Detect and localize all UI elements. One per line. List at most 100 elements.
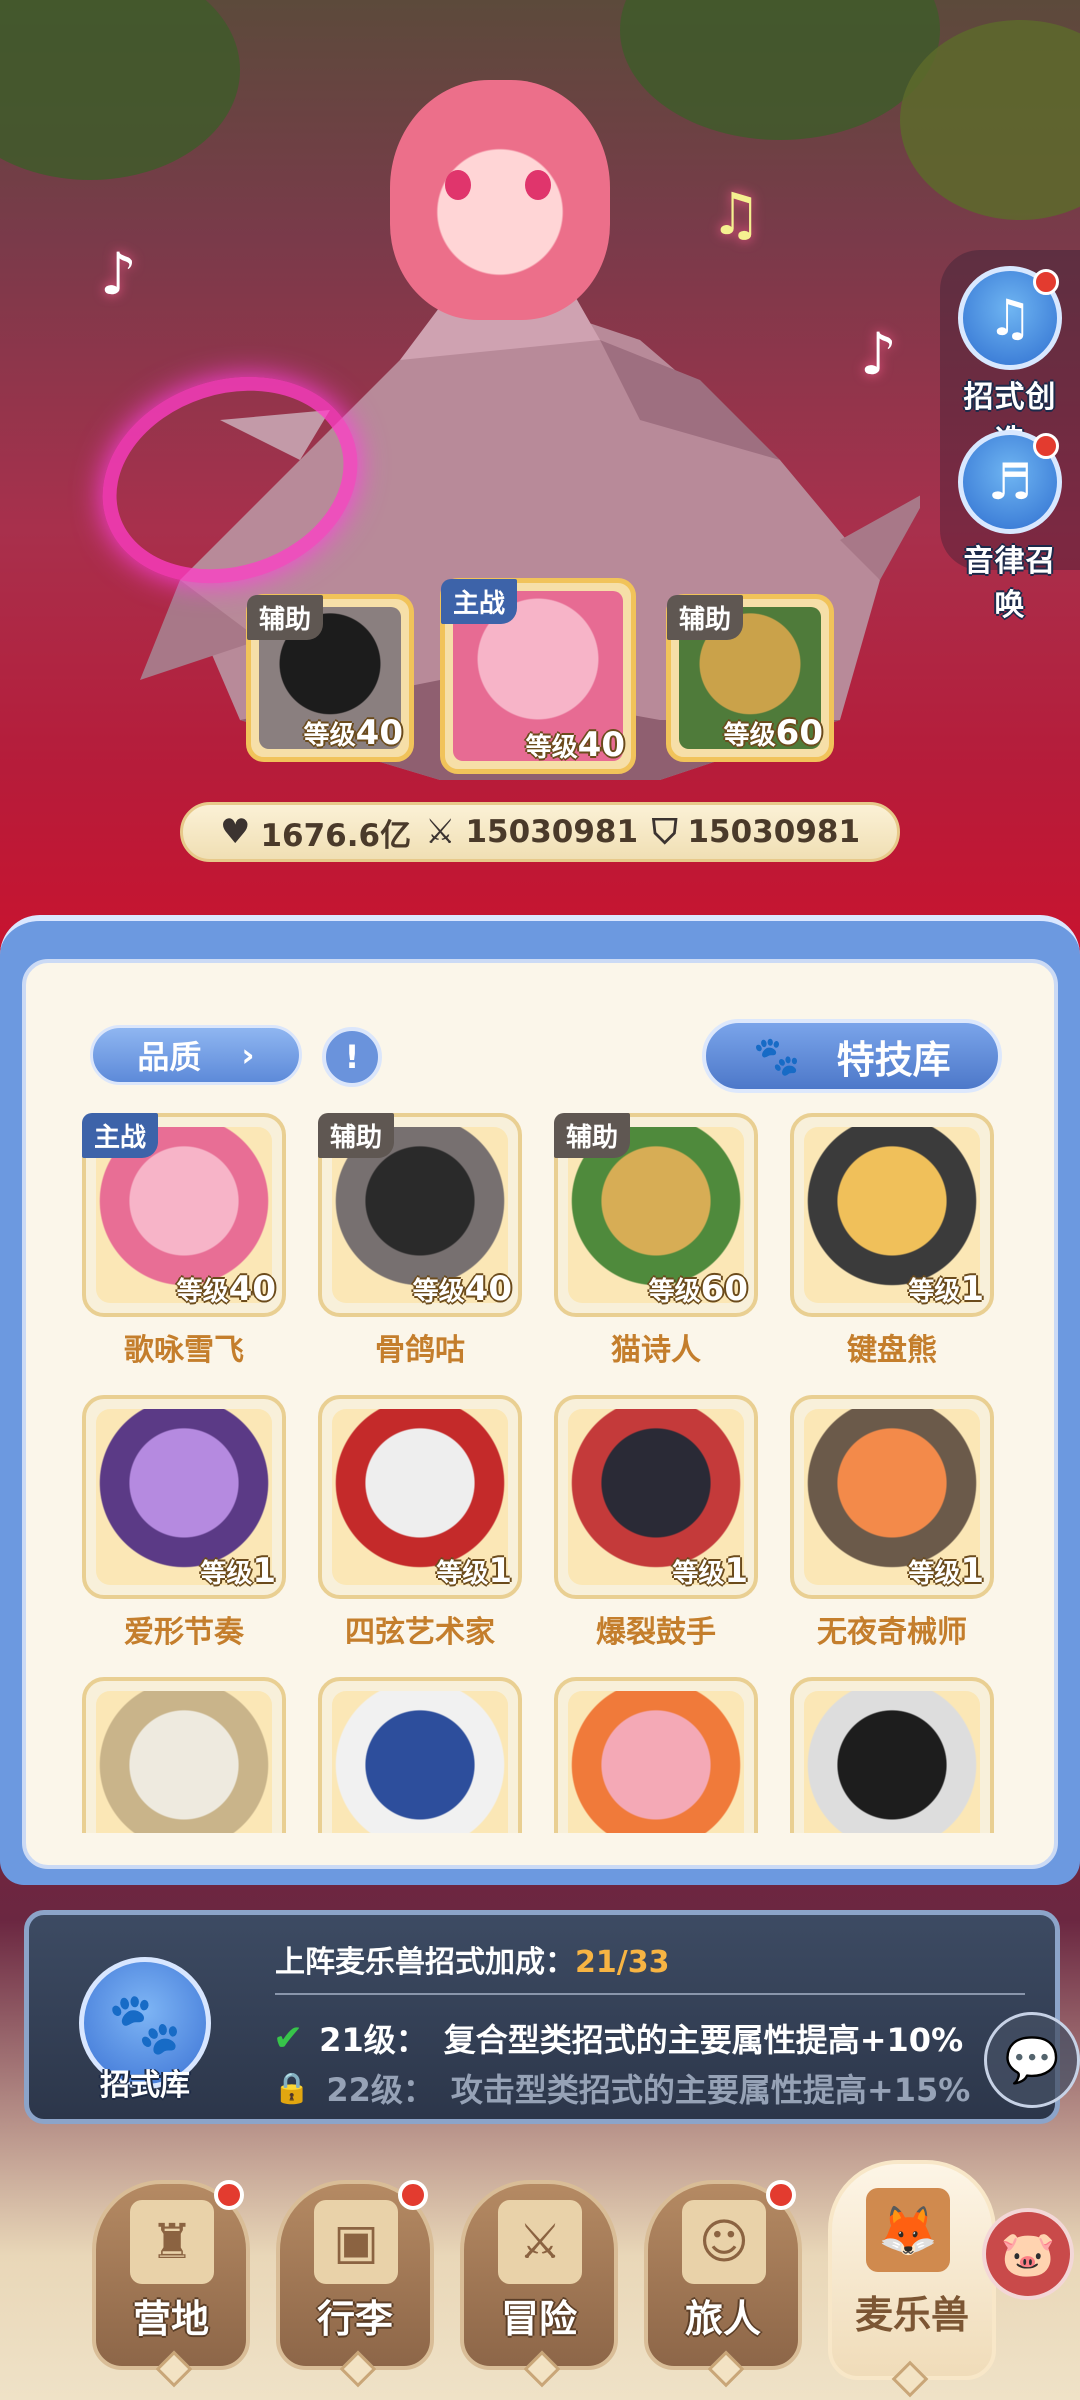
team-slot-support-left[interactable]: 辅助 等级40 [246,594,414,762]
monster-name: 猫诗人 [611,1333,701,1368]
monster-card[interactable]: 等级1 [82,1395,286,1599]
level-prefix: 等级 [176,1277,229,1307]
monster-card[interactable]: 辅助 等级60 [554,1113,758,1317]
backpack-icon: ▣ [314,2200,398,2284]
monster-card[interactable] [82,1677,286,1833]
monster-card[interactable] [554,1677,758,1833]
diamond-ornament [707,2350,745,2388]
nav-label: 营地 [132,2297,209,2341]
monster-card[interactable]: 等级1 [554,1395,758,1599]
notification-dot [1033,269,1059,295]
monster-portrait [96,1691,272,1833]
level-value: 1 [960,1551,984,1591]
quality-sort-button[interactable]: 品质 › [90,1025,302,1085]
monster-card[interactable] [790,1677,994,1833]
monster-card[interactable]: 等级1 [790,1395,994,1599]
skill-library-button[interactable]: 🐾 特技库 [702,1019,1002,1093]
monster-portrait [568,1691,744,1833]
fox-icon: 🦊 [866,2188,950,2272]
level-label: 等级1 [672,1551,748,1591]
skill-library-shortcut-label: 招式库 [100,2068,190,2103]
filter-icon: ! [344,1038,360,1076]
level-label: 等级40 [177,1269,276,1309]
main-hero-character [390,80,610,320]
monster-name: 骨鸽咕 [375,1333,465,1368]
bottom-navigation: ♜ 营地 ▣ 行李 ⚔ 冒险 ☺ 旅人 🦊 麦乐兽 🐷 [0,2150,1080,2400]
team-slot-main[interactable]: 主战 等级40 [440,578,636,774]
diamond-ornament [523,2350,561,2388]
monster-cell[interactable]: 辅助 等级60 猫诗人 [554,1113,758,1369]
level-label: 等级40 [303,713,403,753]
monster-card[interactable]: 等级1 [790,1113,994,1317]
bonus-title-text: 上阵麦乐兽招式加成： [275,1945,575,1980]
bonus-level: 21级： [319,2021,428,2059]
level-prefix: 等级 [648,1277,701,1307]
filter-button[interactable]: ! [322,1027,382,1087]
monster-cell[interactable]: 等级1 四弦艺术家 [318,1395,522,1651]
team-slot-support-right[interactable]: 辅助 等级60 [666,594,834,762]
monster-cell[interactable]: 等级1 爱形节奏 [82,1395,286,1651]
monster-cell[interactable] [82,1677,286,1833]
lyre-summon-icon: ♬ [958,430,1062,534]
melody-summon-button[interactable]: ♬ 音律召唤 [950,430,1070,624]
monster-card[interactable]: 辅助 等级40 [318,1113,522,1317]
level-label: 等级1 [436,1551,512,1591]
mascot-button[interactable]: 🐷 [982,2208,1074,2300]
defense-value: 15030981 [687,814,861,850]
nav-camp[interactable]: ♜ 营地 [92,2180,250,2388]
check-icon: ✔ [273,2017,304,2059]
notification-dot [398,2180,428,2210]
monster-cell[interactable]: 主战 等级40 歌咏雪飞 [82,1113,286,1369]
level-value: 40 [228,1269,276,1309]
level-label: 等级60 [723,713,823,753]
monster-cell[interactable]: 辅助 等级40 骨鸽咕 [318,1113,522,1369]
nav-label: 旅人 [684,2297,761,2341]
traveler-icon: ☺ [682,2200,766,2284]
level-prefix: 等级 [908,1559,961,1589]
role-tag: 主战 [82,1113,159,1158]
nav-adventure[interactable]: ⚔ 冒险 [460,2180,618,2388]
monster-cell[interactable]: 等级1 爆裂鼓手 [554,1395,758,1651]
level-value: 1 [252,1551,276,1591]
monster-collection-panel: 品质 › ! 🐾 特技库 主战 等级40 歌咏雪飞 辅助 等级40 骨鸽咕 辅助 等级60 猫诗… [0,915,1080,1885]
crossed-swords-icon: ⚔ [425,812,456,852]
nav-traveler[interactable]: ☺ 旅人 [644,2180,802,2388]
monster-name: 键盘熊 [847,1333,937,1368]
bonus-row-unlocked: ✔ 21级： 复合型类招式的主要属性提高+10% [273,2015,963,2061]
monster-card[interactable]: 等级1 [318,1395,522,1599]
monster-card[interactable] [318,1677,522,1833]
level-prefix: 等级 [200,1559,253,1589]
monster-cell[interactable]: 等级1 无夜奇械师 [790,1395,994,1651]
notification-dot [766,2180,796,2210]
monster-name: 爆裂鼓手 [596,1615,716,1650]
hp-stat: ♥ 1676.6亿 [220,810,411,855]
lock-icon: 🔒 [273,2070,311,2106]
level-label: 等级60 [649,1269,748,1309]
monster-cell[interactable] [554,1677,758,1833]
monster-cell[interactable]: 等级1 键盘熊 [790,1113,994,1369]
bonus-title: 上阵麦乐兽招式加成：21/33 [275,1937,669,1981]
monster-grid[interactable]: 主战 等级40 歌咏雪飞 辅助 等级40 骨鸽咕 辅助 等级60 猫诗人 等级1 键盘熊 等级1 爱形节… [82,1113,1022,1833]
level-label: 等级1 [908,1269,984,1309]
level-value: 1 [960,1269,984,1309]
monster-cell[interactable] [318,1677,522,1833]
nav-label: 冒险 [500,2297,577,2341]
castle-icon: ♜ [130,2200,214,2284]
music-create-icon: ♫ [958,266,1062,370]
notification-dot [1033,433,1059,459]
level-value: 1 [488,1551,512,1591]
monster-name: 无夜奇械师 [817,1615,967,1650]
heart-icon: ♥ [219,812,251,852]
tree-foliage [620,0,940,140]
level-label: 等级1 [908,1551,984,1591]
music-note-icon: ♪ [100,240,138,308]
chat-button[interactable]: 💬 [984,2012,1080,2108]
diamond-ornament [891,2360,929,2398]
hero-eye [525,170,551,200]
nav-luggage[interactable]: ▣ 行李 [276,2180,434,2388]
monster-cell[interactable] [790,1677,994,1833]
nav-melody-beast[interactable]: 🦊 麦乐兽 [828,2160,996,2398]
hp-value: 1676.6亿 [260,817,412,854]
divider [275,1993,1025,1995]
monster-card[interactable]: 主战等级40 [82,1113,286,1317]
